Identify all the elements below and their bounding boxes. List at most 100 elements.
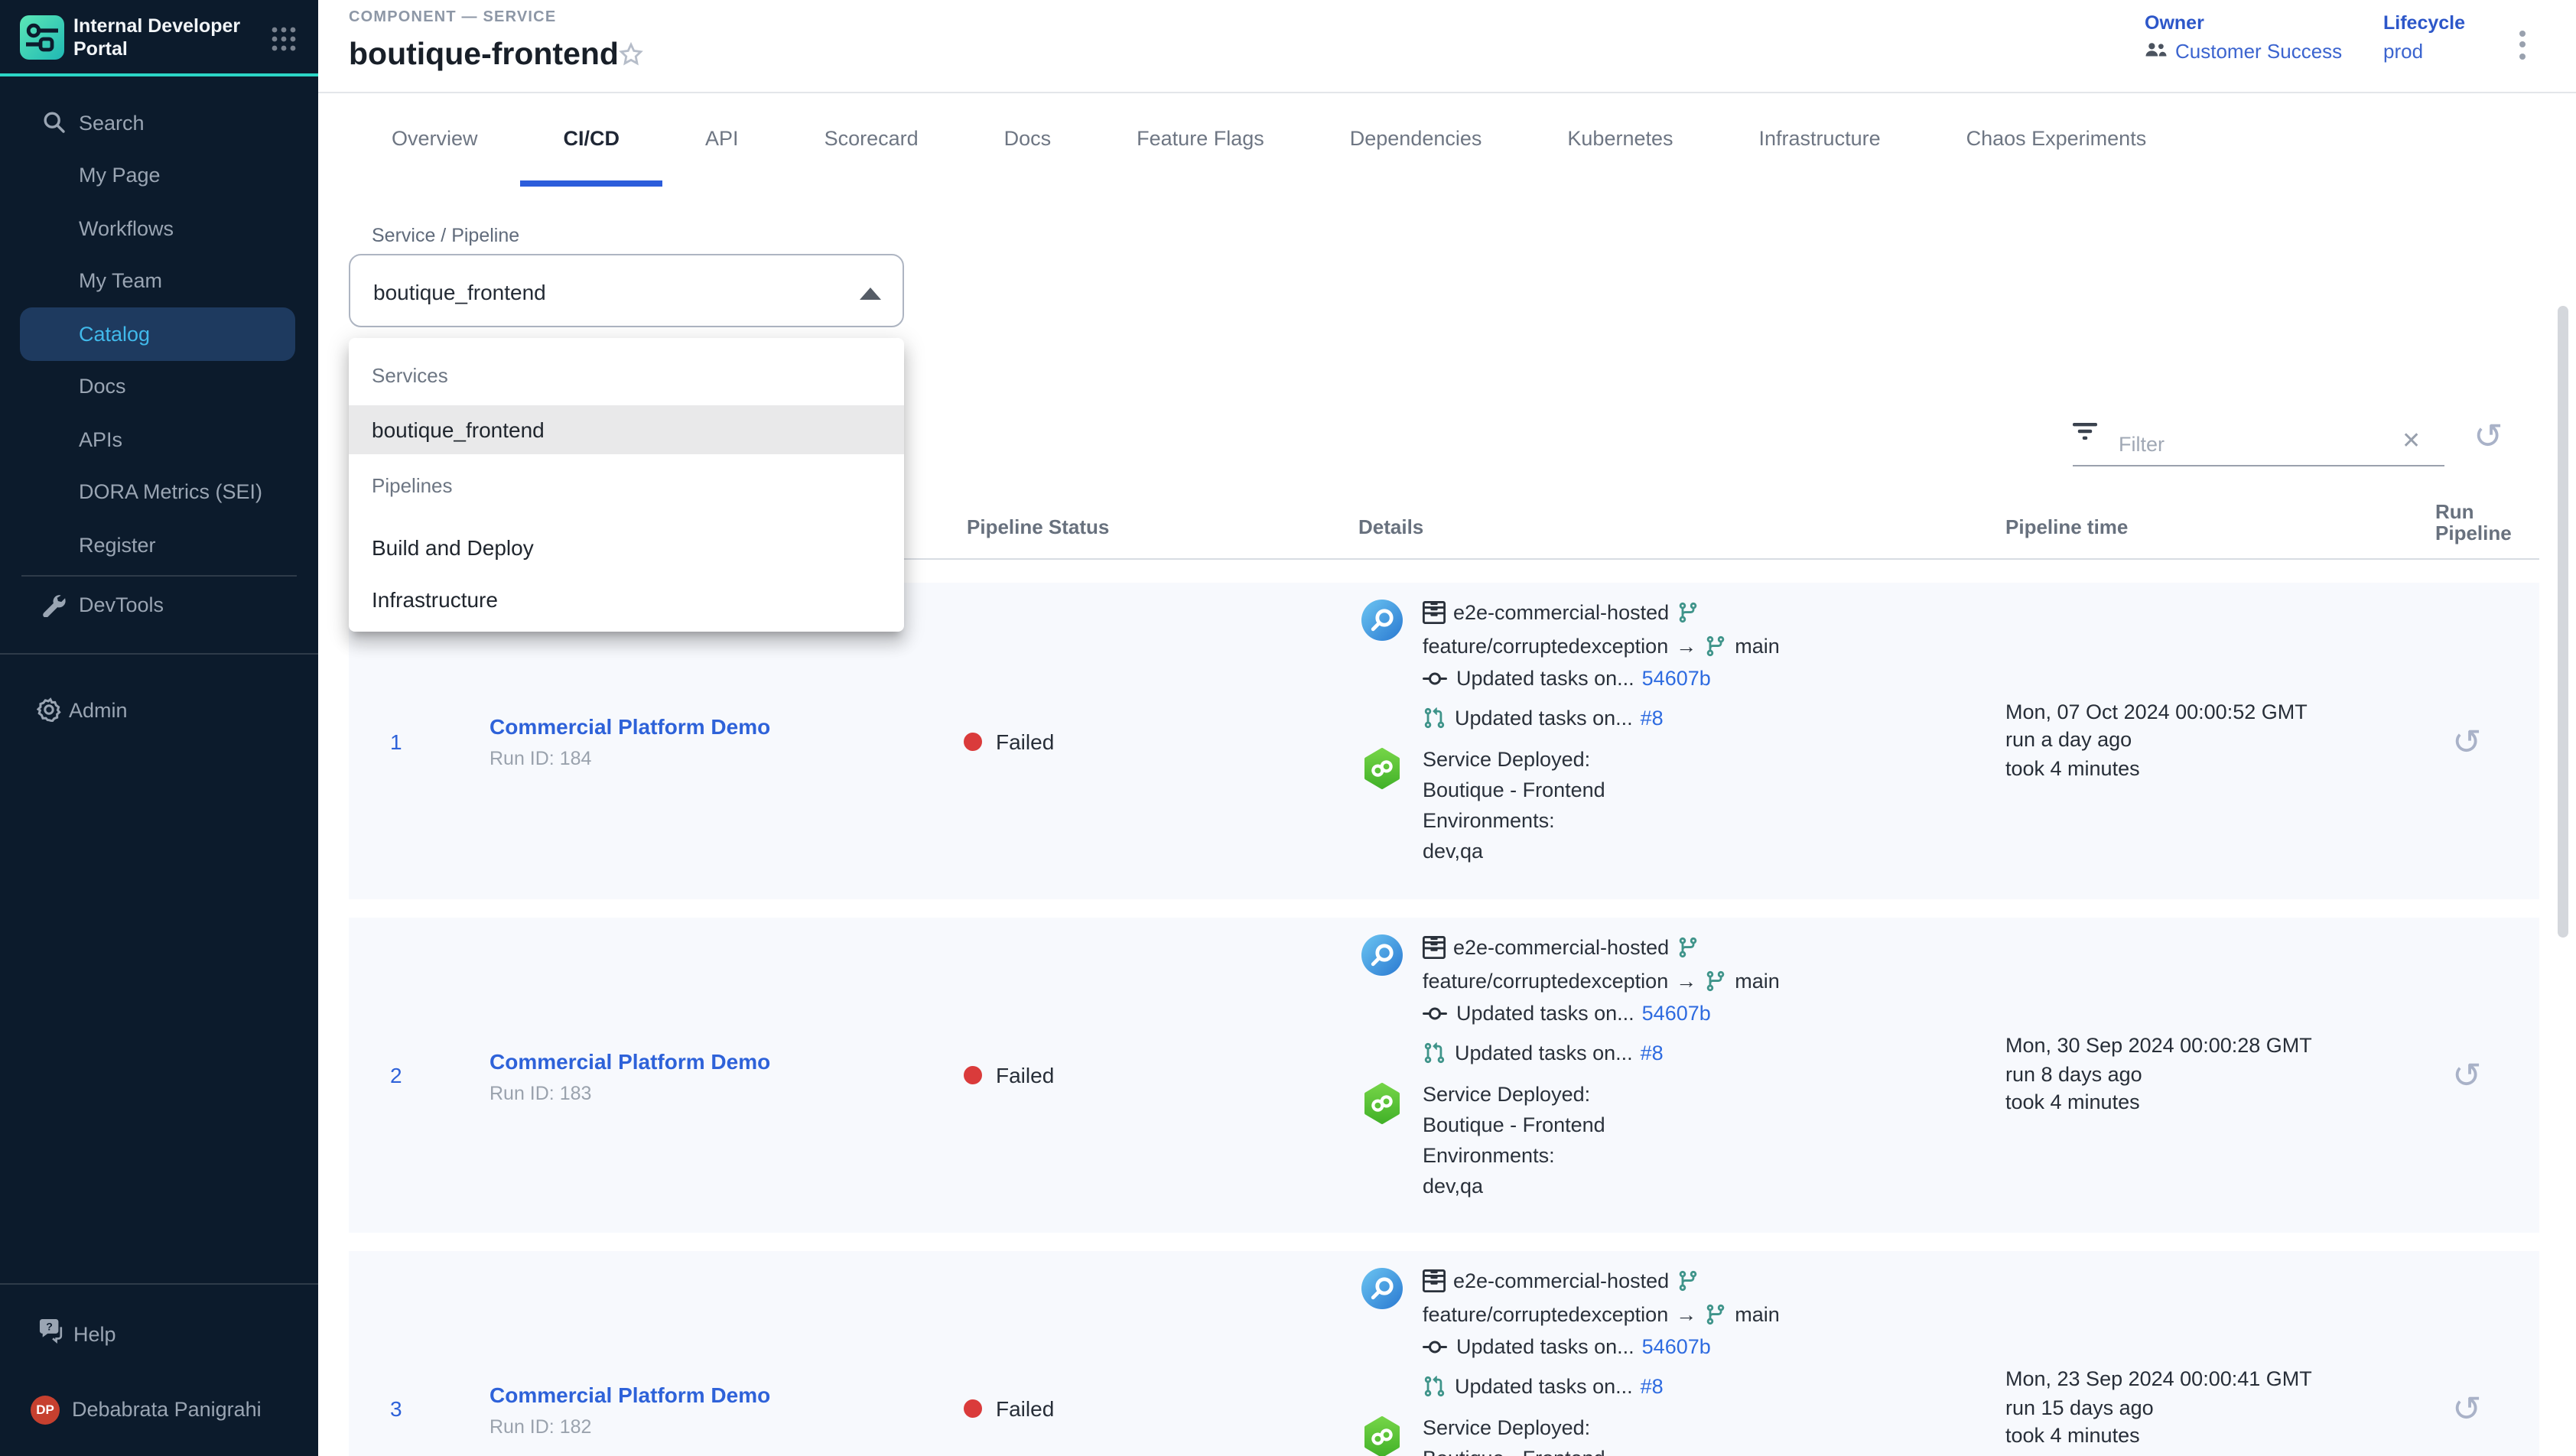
run-id: Run ID: 183 (490, 1082, 918, 1103)
cd-stage-icon (1361, 1416, 1403, 1456)
service-pipeline-label: Service / Pipeline (372, 225, 519, 246)
status-failed-dot (964, 1066, 982, 1084)
env-label: Environments: (1423, 806, 1605, 837)
sidebar-item-docs[interactable]: Docs (0, 360, 318, 413)
pipeline-name-link[interactable]: Commercial Platform Demo (490, 713, 918, 742)
pr-message: Updated tasks on... (1455, 701, 1633, 734)
filter-input[interactable] (2119, 422, 2394, 465)
pr-number-link[interactable]: #8 (1641, 1370, 1664, 1402)
tab-feature-flags[interactable]: Feature Flags (1094, 93, 1307, 187)
dropdown-option-boutique-frontend[interactable]: boutique_frontend (349, 405, 904, 454)
git-branch-icon (1677, 602, 1699, 625)
run-id: Run ID: 182 (490, 1415, 918, 1437)
pipeline-time-took: took 4 minutes (2005, 1090, 2402, 1118)
run-pipeline-button[interactable]: ↺ (2452, 1057, 2482, 1094)
entity-tabs: Overview CI/CD API Scorecard Docs Featur… (349, 93, 2576, 187)
help-label: Help (73, 1322, 116, 1345)
app-launcher-icon[interactable] (271, 26, 297, 52)
tab-chaos-experiments[interactable]: Chaos Experiments (1924, 93, 2190, 187)
lifecycle-value: prod (2383, 40, 2423, 63)
tab-docs[interactable]: Docs (961, 93, 1094, 187)
pull-request-icon (1423, 1042, 1446, 1064)
entity-kicker: COMPONENT — SERVICE (349, 9, 556, 26)
owner-link[interactable]: Customer Success (2145, 40, 2342, 63)
branch-from: feature/corruptedexception (1423, 1298, 1668, 1331)
pipeline-time-took: took 4 minutes (2005, 1423, 2402, 1451)
tab-cicd[interactable]: CI/CD (521, 93, 663, 187)
main-content: COMPONENT — SERVICE boutique-frontend Ow… (318, 0, 2576, 1456)
git-branch-icon (1704, 635, 1727, 658)
deploy-service: Boutique - Frontend (1423, 775, 1605, 806)
arrow: → (1676, 1298, 1696, 1331)
sidebar-item-search[interactable]: Search (0, 96, 318, 149)
brand-title: Internal Developer Portal (73, 15, 242, 60)
idp-logo-icon (20, 15, 64, 60)
sidebar-divider (0, 653, 318, 655)
tab-kubernetes[interactable]: Kubernetes (1524, 93, 1716, 187)
more-options-icon[interactable] (2509, 21, 2536, 67)
env-values: dev,qa (1423, 837, 1605, 867)
pipeline-name-link[interactable]: Commercial Platform Demo (490, 1047, 918, 1076)
sidebar-item-label: APIs (79, 428, 122, 451)
dropdown-option-build-and-deploy[interactable]: Build and Deploy (349, 522, 904, 574)
sidebar-item-apis[interactable]: APIs (0, 413, 318, 466)
sidebar-item-catalog[interactable]: Catalog (20, 307, 295, 360)
pipeline-time-ago: run 8 days ago (2005, 1061, 2402, 1090)
entity-header: COMPONENT — SERVICE boutique-frontend Ow… (318, 0, 2576, 93)
dropdown-option-infrastructure[interactable]: Infrastructure (349, 574, 904, 626)
sidebar-nav: Search My Page Workflows My Team Catalog… (0, 96, 318, 571)
sidebar-item-my-team[interactable]: My Team (0, 255, 318, 307)
help-chat-icon: ? (38, 1319, 64, 1348)
tab-overview[interactable]: Overview (349, 93, 521, 187)
commit-message: Updated tasks on... (1456, 662, 1634, 695)
cd-stage-icon (1361, 748, 1403, 789)
pr-number-link[interactable]: #8 (1641, 701, 1664, 734)
commit-sha-link[interactable]: 54607b (1642, 662, 1711, 695)
tab-scorecard[interactable]: Scorecard (782, 93, 961, 187)
sidebar-item-my-page[interactable]: My Page (0, 149, 318, 202)
sidebar-item-admin[interactable]: Admin (0, 684, 318, 736)
sidebar-item-label: DevTools (79, 594, 164, 617)
sidebar-item-help[interactable]: ? Help (0, 1308, 318, 1360)
pipeline-time-took: took 4 minutes (2005, 756, 2402, 784)
pipeline-name-link[interactable]: Commercial Platform Demo (490, 1380, 918, 1409)
cd-stage-icon (1361, 1083, 1403, 1124)
tab-api[interactable]: API (662, 93, 782, 187)
pr-number-link[interactable]: #8 (1641, 1036, 1664, 1069)
sidebar-item-dora-metrics[interactable]: DORA Metrics (SEI) (0, 466, 318, 518)
dropdown-group-services: Services (349, 356, 904, 396)
run-pipeline-button[interactable]: ↺ (2452, 723, 2482, 759)
repo-name: e2e-commercial-hosted (1453, 1265, 1669, 1298)
tab-infrastructure[interactable]: Infrastructure (1716, 93, 1924, 187)
user-menu[interactable]: DP Debabrata Panigrahi (0, 1384, 318, 1435)
tab-dependencies[interactable]: Dependencies (1307, 93, 1525, 187)
sidebar-item-devtools[interactable]: DevTools (0, 579, 318, 632)
repository-icon (1423, 602, 1446, 625)
refresh-icon[interactable]: ↺ (2474, 416, 2503, 457)
commit-message: Updated tasks on... (1456, 997, 1634, 1030)
pipeline-time-ago: run a day ago (2005, 727, 2402, 756)
git-branch-icon (1704, 970, 1727, 993)
col-details: Details (1346, 515, 1973, 558)
deploy-service: Boutique - Frontend (1423, 1444, 1605, 1456)
deploy-label: Service Deployed: (1423, 1413, 1605, 1444)
app-root: Internal Developer Portal Search My Page… (0, 0, 2576, 1456)
arrow: → (1676, 629, 1696, 662)
commit-sha-link[interactable]: 54607b (1642, 997, 1711, 1030)
sidebar-item-register[interactable]: Register (0, 518, 318, 571)
commit-sha-link[interactable]: 54607b (1642, 1331, 1711, 1363)
repo-name: e2e-commercial-hosted (1453, 931, 1669, 964)
favorite-star-icon[interactable] (618, 41, 644, 67)
sidebar-item-label: My Team (79, 270, 162, 293)
search-icon (43, 112, 66, 135)
sidebar-header: Internal Developer Portal (0, 0, 318, 76)
pr-message: Updated tasks on... (1455, 1036, 1633, 1069)
run-pipeline-button[interactable]: ↺ (2452, 1390, 2482, 1427)
sidebar-divider (21, 574, 297, 576)
clear-filter-icon[interactable]: ✕ (2402, 427, 2421, 454)
sidebar-item-workflows[interactable]: Workflows (0, 202, 318, 255)
vertical-scrollbar[interactable] (2558, 306, 2568, 938)
row-index: 2 (349, 1063, 444, 1087)
pipeline-time-date: Mon, 07 Oct 2024 00:00:52 GMT (2005, 699, 2402, 727)
service-pipeline-select[interactable]: boutique_frontend (349, 254, 904, 327)
